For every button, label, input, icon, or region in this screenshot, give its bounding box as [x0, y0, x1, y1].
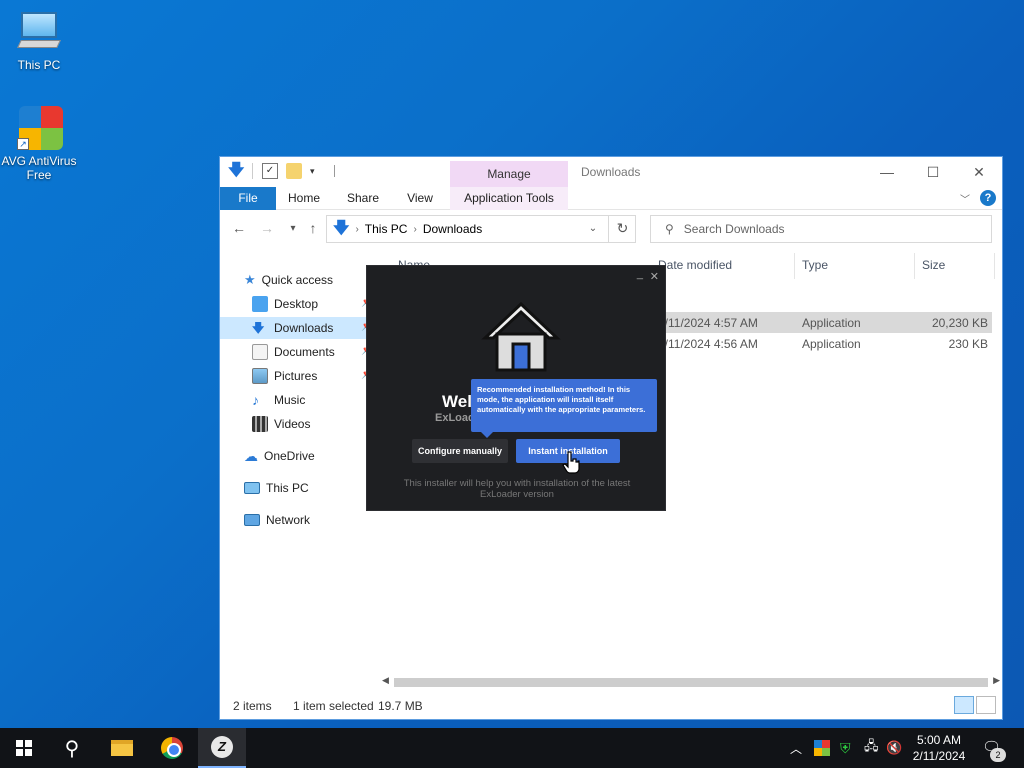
sidebar-item-videos[interactable]: Videos — [252, 413, 310, 435]
desktop-icon-avg[interactable]: ↗ AVG AntiVirus Free — [1, 104, 77, 182]
notification-count-badge: 2 — [990, 748, 1006, 762]
forward-button[interactable]: → — [258, 220, 276, 236]
quick-access-toolbar: 🡇 ✓ ▾ — [228, 163, 336, 179]
properties-icon[interactable]: ✓ — [262, 163, 278, 179]
sidebar-item-pictures[interactable]: Pictures — [252, 365, 317, 387]
status-bar: 2 items 1 item selected 19.7 MB — [220, 693, 1002, 719]
start-button[interactable] — [0, 728, 48, 768]
column-header-date[interactable]: Date modified — [658, 258, 732, 272]
ribbon-tabs: File Home Share View Application Tools ﹀… — [220, 187, 1002, 210]
tab-view[interactable]: View — [398, 187, 442, 210]
sidebar-item-documents[interactable]: Documents — [252, 341, 335, 363]
house-logo-icon — [481, 301, 561, 372]
desktop-icon-label: This PC — [17, 58, 61, 72]
show-hidden-icons[interactable]: ︿ — [790, 728, 802, 768]
cloud-icon: ☁ — [244, 448, 258, 464]
chrome-icon — [161, 737, 183, 759]
search-placeholder: Search Downloads — [683, 222, 785, 236]
sidebar-item-onedrive[interactable]: ☁ OneDrive — [244, 445, 315, 467]
search-button[interactable]: ⚲ — [48, 728, 96, 768]
column-header-type[interactable]: Type — [802, 258, 828, 272]
scroll-right-icon[interactable]: ▶ — [993, 675, 1000, 686]
download-arrow-icon: 🡇 — [333, 220, 350, 237]
clock-date: 2/11/2024 — [912, 749, 966, 763]
clock-time: 5:00 AM — [916, 733, 962, 747]
breadcrumb-this-pc[interactable]: This PC — [365, 222, 408, 236]
navigation-pane: ★ Quick access Desktop 📌 🡇 Downloads 📌 D… — [220, 269, 380, 679]
desktop-icon-label: AVG AntiVirus Free — [1, 154, 77, 182]
chevron-right-icon: › — [355, 223, 359, 235]
download-arrow-icon: 🡇 — [252, 321, 265, 335]
back-button[interactable]: ← — [230, 220, 248, 236]
star-icon: ★ — [244, 272, 256, 287]
desktop-icon-this-pc[interactable]: This PC — [1, 8, 77, 72]
sidebar-item-downloads[interactable]: 🡇 Downloads — [220, 317, 380, 339]
chevron-right-icon: › — [413, 223, 417, 235]
pictures-icon — [252, 368, 268, 384]
tab-file[interactable]: File — [220, 187, 276, 210]
network-tray-icon[interactable]: 🖧 — [864, 728, 879, 768]
title-bar: 🡇 ✓ ▾ Manage Downloads — ☐ ✕ — [220, 157, 1002, 187]
dialog-minimize-button[interactable]: _ — [637, 268, 643, 280]
taskbar-chrome[interactable] — [148, 728, 196, 768]
horizontal-scrollbar[interactable]: ◀ ▶ — [380, 675, 1002, 689]
status-selected: 1 item selected — [293, 699, 374, 713]
up-button[interactable]: ↑ — [304, 220, 322, 236]
close-button[interactable]: ✕ — [956, 161, 1002, 183]
exloader-icon: Z — [211, 736, 233, 758]
network-icon — [244, 514, 260, 526]
search-icon: ⚲ — [665, 222, 674, 236]
dialog-close-button[interactable]: ✕ — [650, 270, 659, 283]
status-size: 19.7 MB — [378, 699, 423, 713]
taskbar-file-explorer[interactable] — [98, 728, 146, 768]
download-arrow-icon: 🡇 — [228, 162, 245, 179]
folder-icon — [111, 740, 133, 756]
status-item-count: 2 items — [233, 699, 272, 713]
computer-icon — [15, 8, 63, 56]
minimize-button[interactable]: — — [864, 161, 910, 183]
expand-ribbon-icon[interactable]: ﹀ — [960, 191, 970, 206]
computer-icon — [244, 482, 260, 494]
documents-icon — [252, 344, 268, 360]
system-clock[interactable]: 5:00 AM 2/11/2024 — [906, 732, 972, 764]
videos-icon — [252, 416, 268, 432]
taskbar: ⚲ Z ︿ ⛨ 🖧 🔇 5:00 AM 2/11/2024 🗨 2 — [0, 728, 1024, 768]
tab-home[interactable]: Home — [282, 187, 326, 210]
install-tooltip: Recommended installation method! In this… — [471, 379, 657, 438]
windows-logo-icon — [16, 740, 32, 756]
desktop-folder-icon — [252, 296, 268, 312]
avg-tray-icon[interactable] — [814, 728, 830, 768]
configure-manually-button[interactable]: Configure manually — [412, 439, 508, 463]
installer-footer-text: This installer will help you with instal… — [403, 478, 631, 500]
search-icon: ⚲ — [64, 737, 80, 760]
volume-muted-icon[interactable]: 🔇 — [886, 728, 902, 768]
manage-tab[interactable]: Manage — [450, 161, 568, 187]
new-folder-icon[interactable] — [286, 163, 302, 179]
window-title: Downloads — [581, 165, 641, 179]
customize-toolbar-icon[interactable]: ▾ — [310, 163, 326, 179]
sidebar-item-desktop[interactable]: Desktop — [252, 293, 318, 315]
music-note-icon: ♪ — [252, 392, 259, 408]
maximize-button[interactable]: ☐ — [910, 161, 956, 183]
sidebar-item-music[interactable]: ♪ Music — [252, 389, 305, 411]
column-header-size[interactable]: Size — [922, 258, 945, 272]
shortcut-arrow-icon: ↗ — [17, 138, 29, 150]
breadcrumb-downloads[interactable]: Downloads — [423, 222, 482, 236]
scroll-left-icon[interactable]: ◀ — [382, 675, 389, 686]
sidebar-item-quick-access[interactable]: ★ Quick access — [244, 269, 333, 291]
tab-application-tools[interactable]: Application Tools — [450, 187, 568, 210]
avg-logo-icon: ↗ — [15, 104, 63, 152]
sidebar-item-network[interactable]: Network — [244, 509, 310, 531]
installer-dialog: _ ✕ Welcome ExLoader Recommended install… — [366, 265, 666, 511]
help-icon[interactable]: ? — [980, 190, 996, 206]
recent-locations-icon[interactable]: ▾ — [284, 223, 302, 234]
large-icons-view-button[interactable] — [976, 696, 996, 714]
details-view-button[interactable] — [954, 696, 974, 714]
hand-cursor-icon — [562, 451, 580, 474]
taskbar-exloader[interactable]: Z — [198, 728, 246, 768]
security-shield-icon[interactable]: ⛨ — [840, 728, 851, 768]
sidebar-item-this-pc[interactable]: This PC — [244, 477, 309, 499]
tab-share[interactable]: Share — [338, 187, 388, 210]
